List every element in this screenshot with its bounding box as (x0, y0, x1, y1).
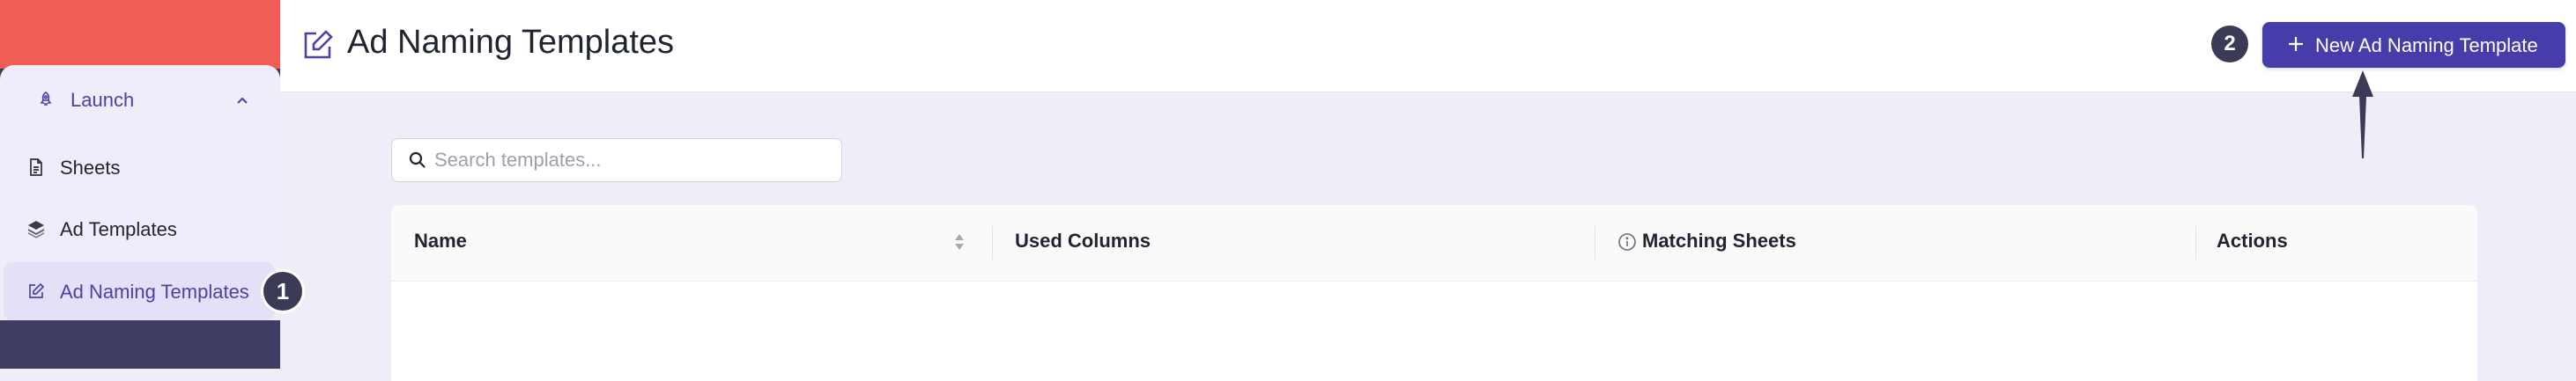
document-icon (30, 158, 42, 176)
new-ad-naming-template-button[interactable]: New Ad Naming Template (2262, 22, 2565, 68)
step-callout-1: 1 (263, 272, 302, 311)
search-icon (409, 151, 426, 168)
column-divider (2195, 226, 2196, 260)
edit-icon (304, 30, 333, 59)
sidebar-item-sheets[interactable]: Sheets (4, 138, 275, 196)
column-header-used-columns: Used Columns (1015, 230, 1151, 252)
annotation-arrow (2352, 70, 2373, 158)
edit-icon (29, 282, 45, 298)
chevron-up-icon[interactable] (233, 92, 251, 109)
sidebar-item-ad-templates[interactable]: Ad Templates (4, 200, 275, 258)
rocket-icon (40, 92, 52, 106)
column-header-name[interactable]: Name (414, 230, 467, 253)
table-header: Name Used Columns Matching Sheets Action… (391, 205, 2477, 282)
info-icon[interactable] (1617, 232, 1637, 252)
sidebar-group-label: Launch (70, 89, 135, 111)
sidebar-brand-area (0, 0, 280, 69)
sidebar-item-ad-naming-templates[interactable]: Ad Naming Templates (4, 262, 275, 320)
page-title: Ad Naming Templates (347, 24, 675, 61)
column-header-actions: Actions (2217, 230, 2288, 252)
sidebar-item-label: Ad Naming Templates (60, 281, 249, 303)
column-divider (992, 226, 993, 260)
plus-icon (2289, 37, 2303, 51)
sidebar-item-label: Sheets (60, 157, 121, 179)
templates-table: Name Used Columns Matching Sheets Action… (391, 205, 2477, 381)
step-callout-2: 2 (2211, 26, 2248, 62)
search-box[interactable] (391, 138, 842, 182)
new-button-label: New Ad Naming Template (2315, 34, 2538, 56)
layers-icon (28, 221, 44, 238)
sidebar: Launch Sheets Ad Templates Ad Naming Tem… (0, 0, 280, 369)
sidebar-group-launch[interactable]: Launch (0, 70, 280, 128)
column-header-matching-sheets: Matching Sheets (1642, 230, 1796, 252)
sort-icon[interactable] (953, 231, 966, 253)
sidebar-item-label: Ad Templates (60, 218, 177, 240)
search-input[interactable] (433, 139, 824, 181)
